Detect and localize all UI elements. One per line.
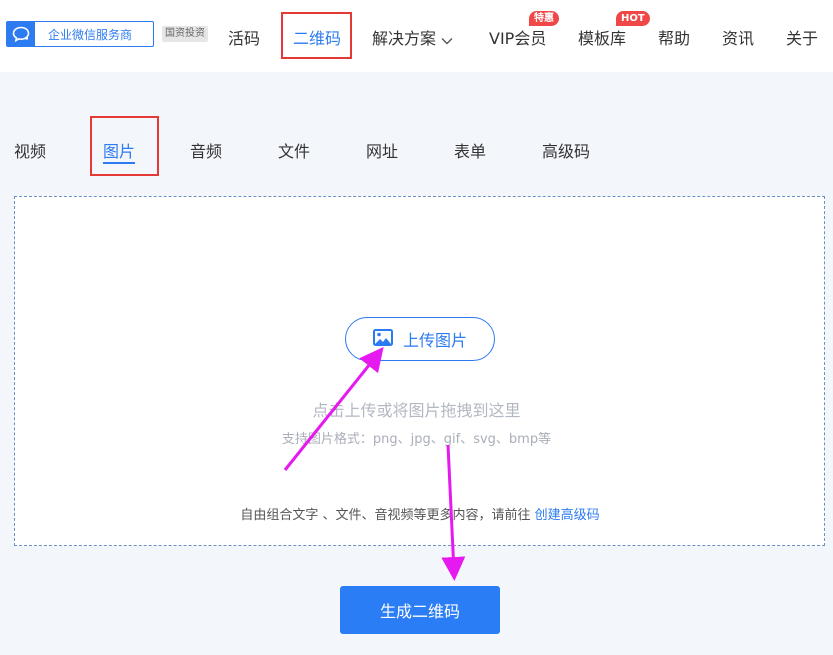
- logo[interactable]: 企业微信服务商: [6, 21, 154, 47]
- supported-formats-hint: 支持图片格式：png、jpg、gif、svg、bmp等: [281, 432, 552, 447]
- nav-item-about[interactable]: 关于: [786, 25, 818, 49]
- tab-form[interactable]: 表单: [454, 138, 486, 162]
- discount-tag: 特惠: [529, 11, 559, 26]
- upload-image-label: 上传图片: [402, 331, 467, 350]
- advanced-code-hint: 自由组合文字 、文件、音视频等更多内容，请前往 创建高级码: [0, 504, 833, 523]
- state-investment-badge: 国资投资: [162, 26, 208, 42]
- advanced-code-hint-text: 自由组合文字 、文件、音视频等更多内容，请前往: [240, 508, 531, 523]
- tab-video[interactable]: 视频: [14, 138, 46, 162]
- logo-text: 企业微信服务商: [48, 27, 133, 42]
- tab-url[interactable]: 网址: [366, 138, 398, 162]
- image-icon: [372, 328, 393, 350]
- chevron-down-icon: [441, 30, 453, 49]
- top-navigation-bar: 企业微信服务商 国资投资 活码 二维码 解决方案 VIP会员 特惠 模板库 HO…: [0, 0, 833, 72]
- hot-tag: HOT: [616, 11, 650, 26]
- nav-item-live-code[interactable]: 活码: [228, 25, 260, 49]
- nav-item-vip[interactable]: VIP会员: [489, 25, 546, 49]
- nav-item-help[interactable]: 帮助: [658, 25, 690, 49]
- tab-advanced-code[interactable]: 高级码: [542, 138, 590, 162]
- tab-audio[interactable]: 音频: [190, 138, 222, 162]
- tab-highlight-box: [90, 116, 159, 176]
- generate-qrcode-button[interactable]: 生成二维码: [340, 586, 500, 634]
- nav-item-solutions[interactable]: 解决方案: [372, 25, 453, 49]
- nav-item-templates[interactable]: 模板库: [578, 25, 626, 49]
- nav-highlight-box: [281, 12, 352, 59]
- upload-drop-zone[interactable]: [14, 196, 825, 546]
- create-advanced-code-link[interactable]: 创建高级码: [535, 508, 600, 523]
- nav-item-news[interactable]: 资讯: [722, 25, 754, 49]
- upload-image-button[interactable]: 上传图片: [345, 317, 495, 361]
- tab-file[interactable]: 文件: [278, 138, 310, 162]
- chat-bubble-icon: [7, 22, 35, 46]
- upload-hint: 点击上传或将图片拖拽到这里: [312, 401, 521, 420]
- nav-item-solutions-label: 解决方案: [372, 29, 437, 48]
